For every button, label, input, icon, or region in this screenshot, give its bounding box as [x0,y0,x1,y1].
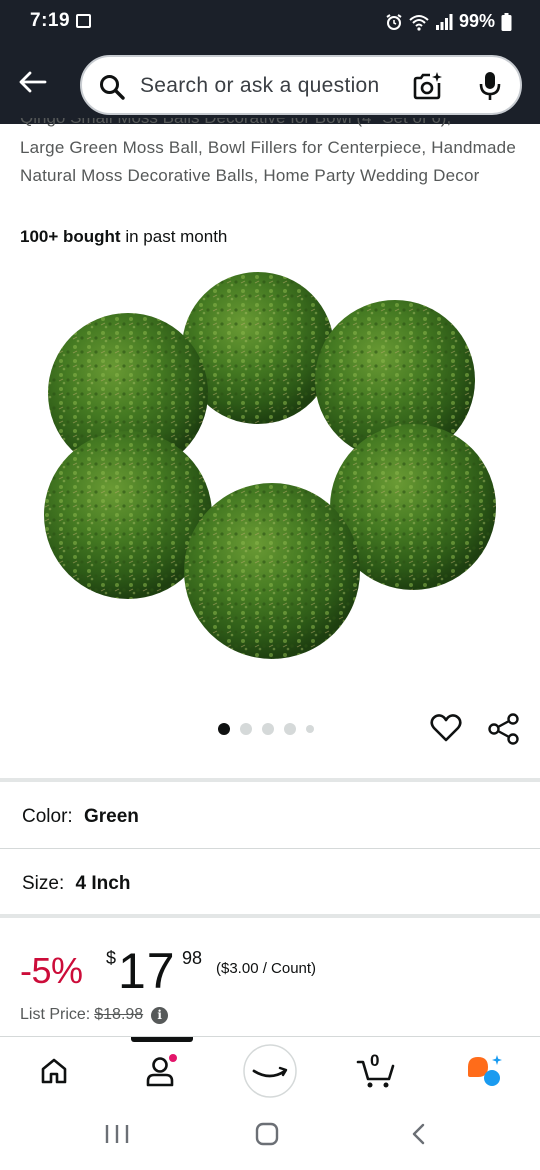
nav-rufus[interactable] [455,1037,515,1105]
battery-icon [501,12,512,31]
signal-icon [435,13,453,30]
search-input[interactable]: Search or ask a question [80,55,522,115]
price-block: -5% $ 17 98 ($3.00 / Count) [20,942,520,1002]
nav-home[interactable] [24,1037,84,1105]
status-time: 7:19 [30,10,71,31]
microphone-icon[interactable] [478,70,502,102]
system-back-icon[interactable] [408,1122,430,1146]
carousel-dot[interactable] [262,723,274,735]
unit-price: ($3.00 / Count) [216,960,317,977]
status-right: 99% [385,11,512,32]
recent-apps-icon[interactable] [104,1122,130,1146]
home-icon [41,1058,67,1084]
price-fraction: 98 [182,948,203,968]
share-icon[interactable] [487,712,521,746]
wifi-icon [409,14,429,31]
carousel-dot[interactable] [306,725,314,733]
price-currency-symbol: $ [106,948,117,968]
app-header: Search or ask a question [0,44,540,124]
carousel-dot[interactable] [240,723,252,735]
back-button[interactable] [14,64,50,100]
color-variation[interactable]: Color: Green [22,806,139,828]
cart-count-badge: 0 [370,1051,380,1070]
section-divider [0,914,540,918]
color-value: Green [83,806,139,827]
info-icon[interactable]: i [151,1006,169,1024]
section-divider [0,778,540,782]
nav-you[interactable] [132,1037,192,1105]
product-image[interactable] [30,260,510,680]
system-navigation-bar [0,1104,540,1170]
bought-count-rest: in past month [120,227,228,246]
size-label: Size: [22,873,65,894]
camera-search-icon[interactable] [412,71,444,101]
nav-amazon[interactable] [240,1037,300,1105]
status-bar: 7:19 99% [0,0,540,44]
heart-icon[interactable] [430,712,462,744]
list-price: List Price: $18.98 i [20,1006,169,1024]
list-price-value: $18.98 [94,1006,144,1023]
bought-count: 100+ bought in past month [20,227,227,247]
nav-cart[interactable]: 0 [346,1037,406,1105]
price-whole: 17 [118,943,176,999]
discount-percent: -5% [20,950,83,991]
search-placeholder: Search or ask a question [140,74,380,97]
color-label: Color: [22,806,73,827]
image-carousel-dots [218,723,314,735]
size-value: 4 Inch [75,873,131,894]
alarm-icon [386,13,402,30]
bottom-navigation: 0 [0,1036,540,1104]
bought-count-bold: 100+ bought [20,227,121,246]
moss-ball [184,483,360,659]
back-arrow-icon [19,71,47,93]
home-button-icon[interactable] [255,1122,279,1146]
list-price-label: List Price: [20,1006,91,1023]
gallery-notification-icon [76,14,91,28]
search-icon [100,75,125,100]
product-title[interactable]: Large Green Moss Ball, Bowl Fillers for … [20,134,520,190]
rufus-icon [468,1055,502,1086]
carousel-dot[interactable] [284,723,296,735]
size-variation[interactable]: Size: 4 Inch [22,873,130,895]
battery-percent: 99% [458,11,495,31]
product-title-partial: Qingo Small Moss Balls Decorative for Bo… [20,118,520,132]
person-icon [146,1054,177,1087]
row-divider [0,848,540,849]
amazon-smile-icon [243,1044,297,1098]
carousel-dot-active[interactable] [218,723,230,735]
